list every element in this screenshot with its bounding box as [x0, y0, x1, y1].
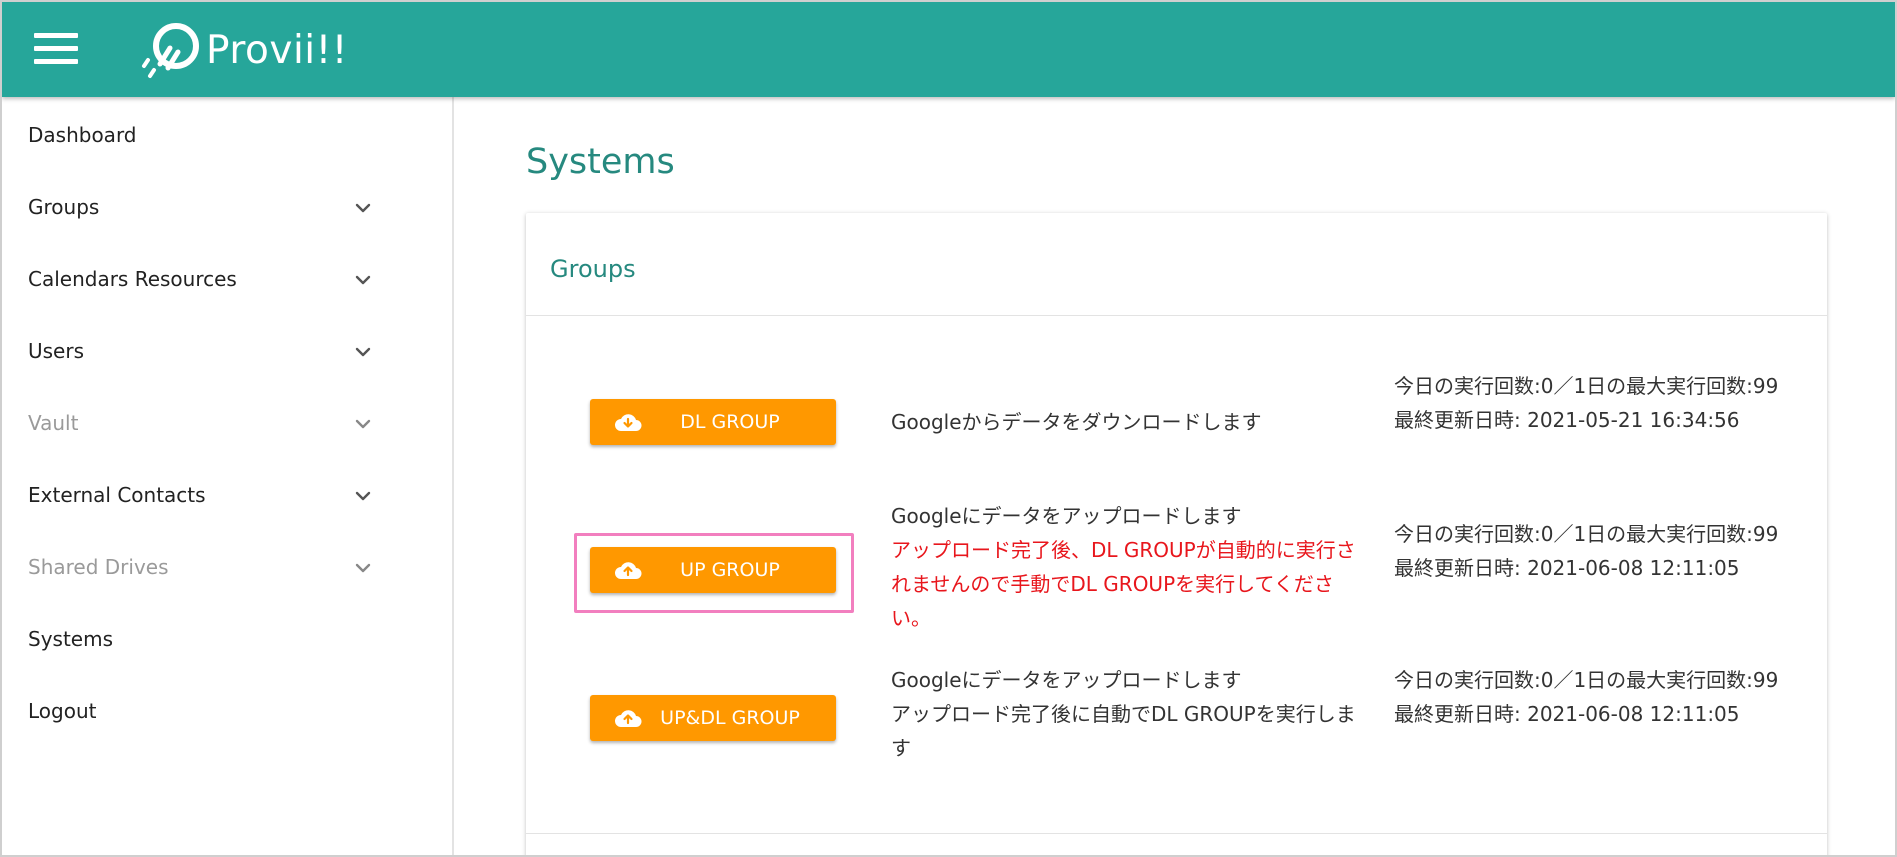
sidebar-nav: Dashboard Groups Calendars Resources Use… — [2, 97, 454, 855]
description-text: Googleからデータをダウンロードします — [891, 410, 1262, 434]
row-description: Googleにデータをアップロードします アップロード完了後、DL GROUPが… — [891, 499, 1371, 635]
chevron-down-icon[interactable] — [352, 197, 374, 219]
sidebar-item-label: Systems — [28, 627, 113, 651]
sidebar-item-vault[interactable]: Vault — [2, 393, 452, 453]
button-label: UP GROUP — [680, 559, 780, 581]
sidebar-item-dashboard[interactable]: Dashboard — [2, 105, 452, 165]
row-stats: 今日の実行回数:0／1日の最大実行回数:99 最終更新日時: 2021-06-0… — [1394, 663, 1794, 731]
sidebar-item-users[interactable]: Users — [2, 321, 452, 381]
brand-name: Provii!! — [206, 27, 348, 73]
row-description: Googleにデータをアップロードします アップロード完了後に自動でDL GRO… — [891, 663, 1371, 765]
sidebar-item-systems[interactable]: Systems — [2, 609, 452, 669]
chevron-down-icon[interactable] — [352, 341, 374, 363]
sidebar-item-label: Vault — [28, 411, 79, 435]
brand-logo[interactable]: Provii!! — [140, 18, 348, 82]
last-updated-text: 最終更新日時: 2021-06-08 12:11:05 — [1394, 556, 1740, 580]
description-text: Googleにデータをアップロードします — [891, 504, 1242, 528]
hamburger-icon[interactable] — [34, 31, 78, 65]
row-stats: 今日の実行回数:0／1日の最大実行回数:99 最終更新日時: 2021-06-0… — [1394, 517, 1794, 585]
sidebar-item-label: Calendars Resources — [28, 267, 237, 291]
up-dl-group-button[interactable]: UP&DL GROUP — [590, 695, 836, 741]
last-updated-text: 最終更新日時: 2021-05-21 16:34:56 — [1394, 408, 1740, 432]
chevron-down-icon[interactable] — [352, 269, 374, 291]
button-label: UP&DL GROUP — [660, 707, 800, 729]
sidebar-item-label: External Contacts — [28, 483, 206, 507]
execution-count-text: 今日の実行回数:0／1日の最大実行回数:99 — [1394, 374, 1779, 398]
sidebar-item-label: Groups — [28, 195, 100, 219]
execution-count-text: 今日の実行回数:0／1日の最大実行回数:99 — [1394, 522, 1779, 546]
sidebar-item-label: Logout — [28, 699, 97, 723]
row-stats: 今日の実行回数:0／1日の最大実行回数:99 最終更新日時: 2021-05-2… — [1394, 369, 1794, 437]
dl-group-button[interactable]: DL GROUP — [590, 399, 836, 445]
chevron-down-icon[interactable] — [352, 485, 374, 507]
description-text: アップロード完了後に自動でDL GROUPを実行します — [891, 702, 1356, 760]
card-title: Groups — [550, 255, 636, 283]
sidebar-item-label: Users — [28, 339, 85, 363]
sidebar-item-label: Dashboard — [28, 123, 137, 147]
top-app-bar: Provii!! — [2, 2, 1895, 97]
description-text: Googleにデータをアップロードします — [891, 668, 1242, 692]
card-divider — [526, 315, 1827, 316]
chevron-down-icon[interactable] — [352, 413, 374, 435]
sidebar-item-shared-drives[interactable]: Shared Drives — [2, 537, 452, 597]
button-label: DL GROUP — [680, 411, 780, 433]
groups-card: Groups DL GROUP Googleからデータをダウンロードします 今日… — [526, 213, 1827, 855]
sidebar-item-groups[interactable]: Groups — [2, 177, 452, 237]
page-title: Systems — [526, 142, 675, 182]
card-divider — [526, 833, 1827, 834]
row-description: Googleからデータをダウンロードします — [891, 405, 1371, 439]
provii-logo-icon — [142, 23, 199, 78]
sidebar-item-label: Shared Drives — [28, 555, 169, 579]
up-group-button[interactable]: UP GROUP — [590, 547, 836, 593]
app-window: Provii!! Dashboard Groups Calendars Reso… — [0, 0, 1897, 857]
warning-text: アップロード完了後、DL GROUPが自動的に実行されませんので手動でDL GR… — [891, 538, 1356, 630]
last-updated-text: 最終更新日時: 2021-06-08 12:11:05 — [1394, 702, 1740, 726]
sidebar-item-logout[interactable]: Logout — [2, 681, 452, 741]
execution-count-text: 今日の実行回数:0／1日の最大実行回数:99 — [1394, 668, 1779, 692]
chevron-down-icon[interactable] — [352, 557, 374, 579]
sidebar-item-external-contacts[interactable]: External Contacts — [2, 465, 452, 525]
sidebar-item-calendars-resources[interactable]: Calendars Resources — [2, 249, 452, 309]
